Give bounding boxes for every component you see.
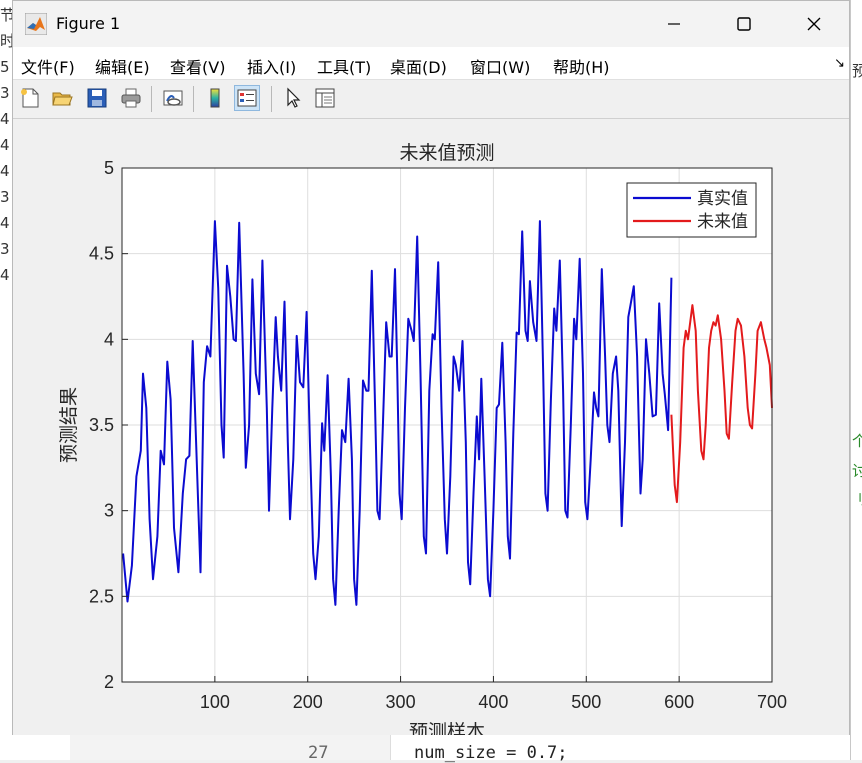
line-chart[interactable]: 100 200 300 400 500 600 70022.533.544.55 未来值预测… bbox=[13, 119, 849, 743]
background-text-fragment: 4 bbox=[0, 136, 10, 154]
background-code-editor: 27 num_size = 0.7; bbox=[12, 735, 850, 763]
print-button[interactable] bbox=[118, 85, 144, 111]
background-text-fragment: 5 bbox=[0, 58, 10, 76]
dock-arrow-icon[interactable]: ↘ bbox=[834, 56, 845, 71]
x-axis-label: 预测样本 bbox=[409, 721, 485, 735]
legend[interactable]: 真实值未来值 bbox=[626, 182, 757, 238]
maximize-button[interactable] bbox=[709, 1, 779, 47]
background-text-fragment: 4 bbox=[0, 162, 10, 180]
menu-help[interactable]: 帮助(H) bbox=[553, 54, 610, 78]
legend-icon bbox=[237, 89, 257, 107]
y-axis-label: 预测结果 bbox=[58, 387, 80, 463]
code-line[interactable]: num_size = 0.7; bbox=[414, 743, 568, 763]
toolbar-separator bbox=[271, 86, 272, 112]
link-plot-icon bbox=[163, 90, 183, 106]
x-tick-label: 400 bbox=[478, 692, 508, 712]
y-tick-label: 3.5 bbox=[89, 415, 114, 435]
y-tick-label: 5 bbox=[104, 158, 114, 178]
colorbar-button[interactable] bbox=[202, 85, 228, 111]
figure-toolbar bbox=[13, 80, 849, 119]
line-number: 27 bbox=[308, 743, 329, 763]
print-icon bbox=[121, 88, 141, 108]
x-tick-label: 300 bbox=[386, 692, 416, 712]
save-button[interactable] bbox=[84, 85, 110, 111]
link-plot-button[interactable] bbox=[160, 85, 186, 111]
background-text-fragment: 4 bbox=[0, 266, 10, 284]
legend-label: 未来值 bbox=[697, 212, 748, 231]
figure-window: Figure 1 文件(F) 编辑(E) 查看(V) 插入(I) 工具(T) 桌… bbox=[12, 0, 850, 743]
x-tick-label: 100 bbox=[200, 692, 230, 712]
new-figure-icon bbox=[21, 88, 39, 108]
chart-title: 未来值预测 bbox=[399, 142, 494, 164]
toolbar-separator bbox=[193, 86, 194, 112]
menu-desktop[interactable]: 桌面(D) bbox=[390, 54, 447, 78]
matlab-logo-icon bbox=[25, 13, 47, 35]
background-editor-right-edge: 预个讨刂 bbox=[850, 0, 862, 760]
line-number-gutter bbox=[70, 735, 391, 760]
maximize-icon bbox=[737, 17, 751, 31]
menu-file[interactable]: 文件(F) bbox=[21, 54, 75, 78]
y-tick-label: 4 bbox=[104, 329, 114, 349]
background-text-fragment: 3 bbox=[0, 240, 10, 258]
y-tick-label: 2.5 bbox=[89, 586, 114, 606]
x-tick-label: 500 bbox=[571, 692, 601, 712]
background-text-fragment: 讨 bbox=[852, 462, 862, 480]
title-bar[interactable]: Figure 1 bbox=[13, 1, 849, 47]
y-tick-label: 3 bbox=[104, 501, 114, 521]
close-icon bbox=[807, 17, 821, 31]
background-text-fragment: 3 bbox=[0, 84, 10, 102]
menu-tools[interactable]: 工具(T) bbox=[317, 54, 371, 78]
select-pointer-button[interactable] bbox=[280, 85, 306, 111]
x-tick-label: 200 bbox=[293, 692, 323, 712]
window-title: Figure 1 bbox=[56, 14, 121, 33]
background-text-fragment: 预 bbox=[852, 62, 862, 80]
background-text-fragment: 刂 bbox=[852, 490, 862, 508]
colorbar-icon bbox=[210, 88, 220, 108]
property-inspector-button[interactable] bbox=[312, 85, 338, 111]
legend-button[interactable] bbox=[234, 85, 260, 111]
menu-insert[interactable]: 插入(I) bbox=[247, 54, 296, 78]
background-text-fragment: 4 bbox=[0, 110, 10, 128]
select-pointer-icon bbox=[287, 87, 301, 108]
new-figure-button[interactable] bbox=[17, 85, 43, 111]
x-tick-label: 600 bbox=[664, 692, 694, 712]
menu-window[interactable]: 窗口(W) bbox=[470, 54, 530, 78]
figure-canvas: 100 200 300 400 500 600 700 2 2.5 3 3.5 4 4.5 5 未来值预测… bbox=[13, 119, 849, 743]
y-tick-label: 4.5 bbox=[89, 244, 114, 264]
background-text-fragment: 个 bbox=[852, 432, 862, 450]
background-text-fragment: 3 bbox=[0, 188, 10, 206]
open-file-button[interactable] bbox=[49, 85, 75, 111]
menu-edit[interactable]: 编辑(E) bbox=[95, 54, 150, 78]
x-tick-label: 700 bbox=[757, 692, 787, 712]
menu-view[interactable]: 查看(V) bbox=[170, 54, 225, 78]
close-button[interactable] bbox=[779, 1, 849, 47]
save-icon bbox=[87, 88, 107, 108]
minimize-button[interactable] bbox=[639, 1, 709, 47]
toolbar-separator bbox=[151, 86, 152, 112]
background-text-fragment: 4 bbox=[0, 214, 10, 232]
open-file-icon bbox=[52, 92, 73, 106]
background-text-fragment: 节 bbox=[0, 6, 12, 24]
menu-bar: 文件(F) 编辑(E) 查看(V) 插入(I) 工具(T) 桌面(D) 窗口(W… bbox=[13, 47, 849, 80]
minimize-icon bbox=[668, 23, 680, 25]
property-inspector-icon bbox=[315, 88, 335, 108]
legend-label: 真实值 bbox=[697, 189, 748, 208]
y-tick-label: 2 bbox=[104, 672, 114, 692]
background-text-fragment: 时 bbox=[0, 32, 12, 50]
